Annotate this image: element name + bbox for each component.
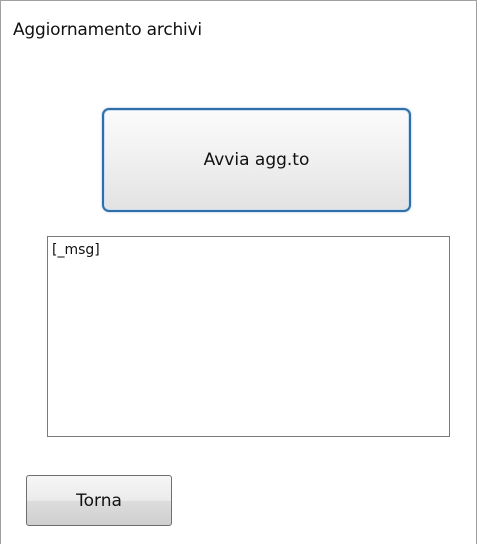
back-button[interactable]: Torna (26, 475, 172, 526)
dialog-window: Aggiornamento archivi Avvia agg.to [_msg… (0, 0, 477, 544)
message-textbox[interactable]: [_msg] (47, 236, 450, 437)
message-text: [_msg] (52, 242, 100, 258)
start-update-button[interactable]: Avvia agg.to (102, 108, 411, 212)
page-title: Aggiornamento archivi (13, 20, 202, 40)
